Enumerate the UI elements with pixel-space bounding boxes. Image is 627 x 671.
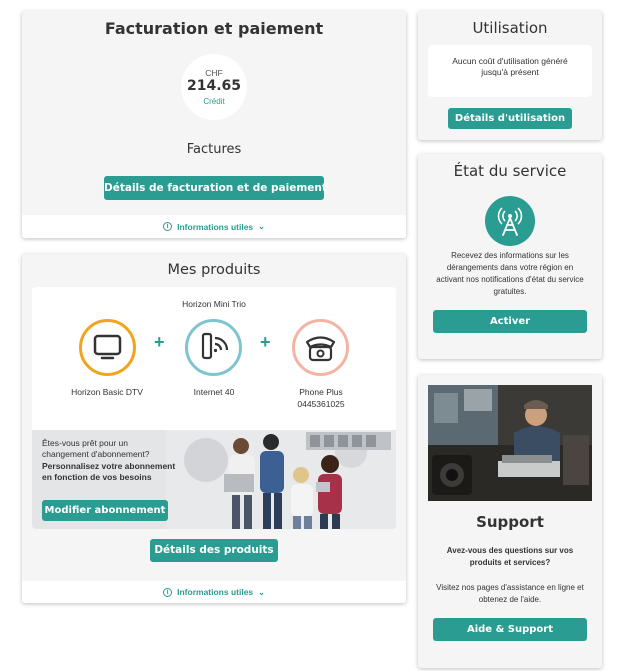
product-details-button[interactable]: Détails des produits (150, 539, 278, 562)
products-info-link[interactable]: i Informations utiles ⌄ (22, 581, 406, 603)
billing-info-link-label: Informations utiles (177, 221, 254, 232)
promo-question: Êtes-vous prêt pour un changement d'abon… (42, 438, 150, 459)
products-info-link-label: Informations utiles (177, 587, 254, 597)
bundle-panel: Horizon Mini Trio + + Horizon Basic DTV … (32, 287, 396, 529)
product-internet-label: Internet 40 (193, 387, 235, 397)
usage-card: Utilisation Aucun coût d'utilisation gén… (418, 11, 602, 140)
phone-icon (305, 336, 336, 362)
bundle-name: Horizon Mini Trio (182, 299, 246, 309)
billing-details-button[interactable]: Détails de facturation et de paiement (104, 176, 327, 200)
support-photo (428, 385, 592, 501)
product-phone-number: 0445361025 (297, 399, 345, 409)
product-internet-circle (185, 319, 242, 376)
balance-status: Crédit (203, 97, 225, 106)
product-tv-circle (79, 319, 136, 376)
balance-currency: CHF (205, 68, 223, 78)
info-icon: i (163, 222, 173, 231)
billing-card: Facturation et paiement CHF 214.65 Crédi… (22, 11, 406, 238)
usage-message: Aucun coût d'utilisation généré jusqu'à … (452, 56, 568, 77)
support-text: Visitez nos pages d'assistance en ligne … (436, 583, 584, 604)
usage-title: Utilisation (472, 19, 548, 37)
activate-button[interactable]: Activer (433, 310, 587, 333)
support-card: Support Avez-vous des questions sur vos … (418, 375, 602, 668)
billing-info-link[interactable]: i Informations utiles ⌄ (22, 215, 406, 238)
billing-title: Facturation et paiement (104, 19, 324, 38)
product-tv-label: Horizon Basic DTV (71, 387, 143, 397)
balance-circle: CHF 214.65 Crédit (181, 54, 247, 120)
modify-subscription-button[interactable]: Modifier abonnement (42, 500, 168, 521)
usage-details-button[interactable]: Détails d'utilisation (448, 108, 572, 129)
chevron-down-icon: ⌄ (258, 587, 265, 597)
service-description: Recevez des informations sur les dérange… (436, 251, 584, 296)
promo-highlight: Personnalisez votre abonnement en foncti… (42, 461, 176, 482)
support-title: Support (476, 513, 544, 531)
internet-modem-icon (201, 332, 229, 360)
product-phone-circle (292, 319, 349, 376)
usage-message-box: Aucun coût d'utilisation généré jusqu'à … (428, 45, 592, 97)
promo-banner: Êtes-vous prêt pour un changement d'abon… (32, 430, 396, 529)
product-phone-label: Phone Plus (299, 387, 343, 397)
invoices-heading: Factures (186, 142, 242, 157)
products-title: Mes produits (167, 262, 261, 278)
support-question: Avez-vous des questions sur vos produits… (446, 546, 574, 567)
help-support-button[interactable]: Aide & Support (433, 618, 587, 641)
people-laptop-illustration (166, 430, 396, 529)
plus-icon: + (260, 332, 271, 352)
tv-icon (93, 334, 122, 360)
signal-tower-icon (497, 207, 523, 236)
chevron-down-icon: ⌄ (258, 222, 265, 231)
service-status-card: État du service Recevez des informations… (418, 154, 602, 359)
info-icon: i (163, 587, 173, 597)
products-card: Mes produits Horizon Mini Trio + + Horiz… (22, 254, 406, 603)
service-icon-circle (485, 196, 535, 246)
plus-icon: + (154, 332, 165, 352)
service-status-title: État du service (453, 162, 567, 180)
balance-amount: 214.65 (186, 78, 242, 94)
